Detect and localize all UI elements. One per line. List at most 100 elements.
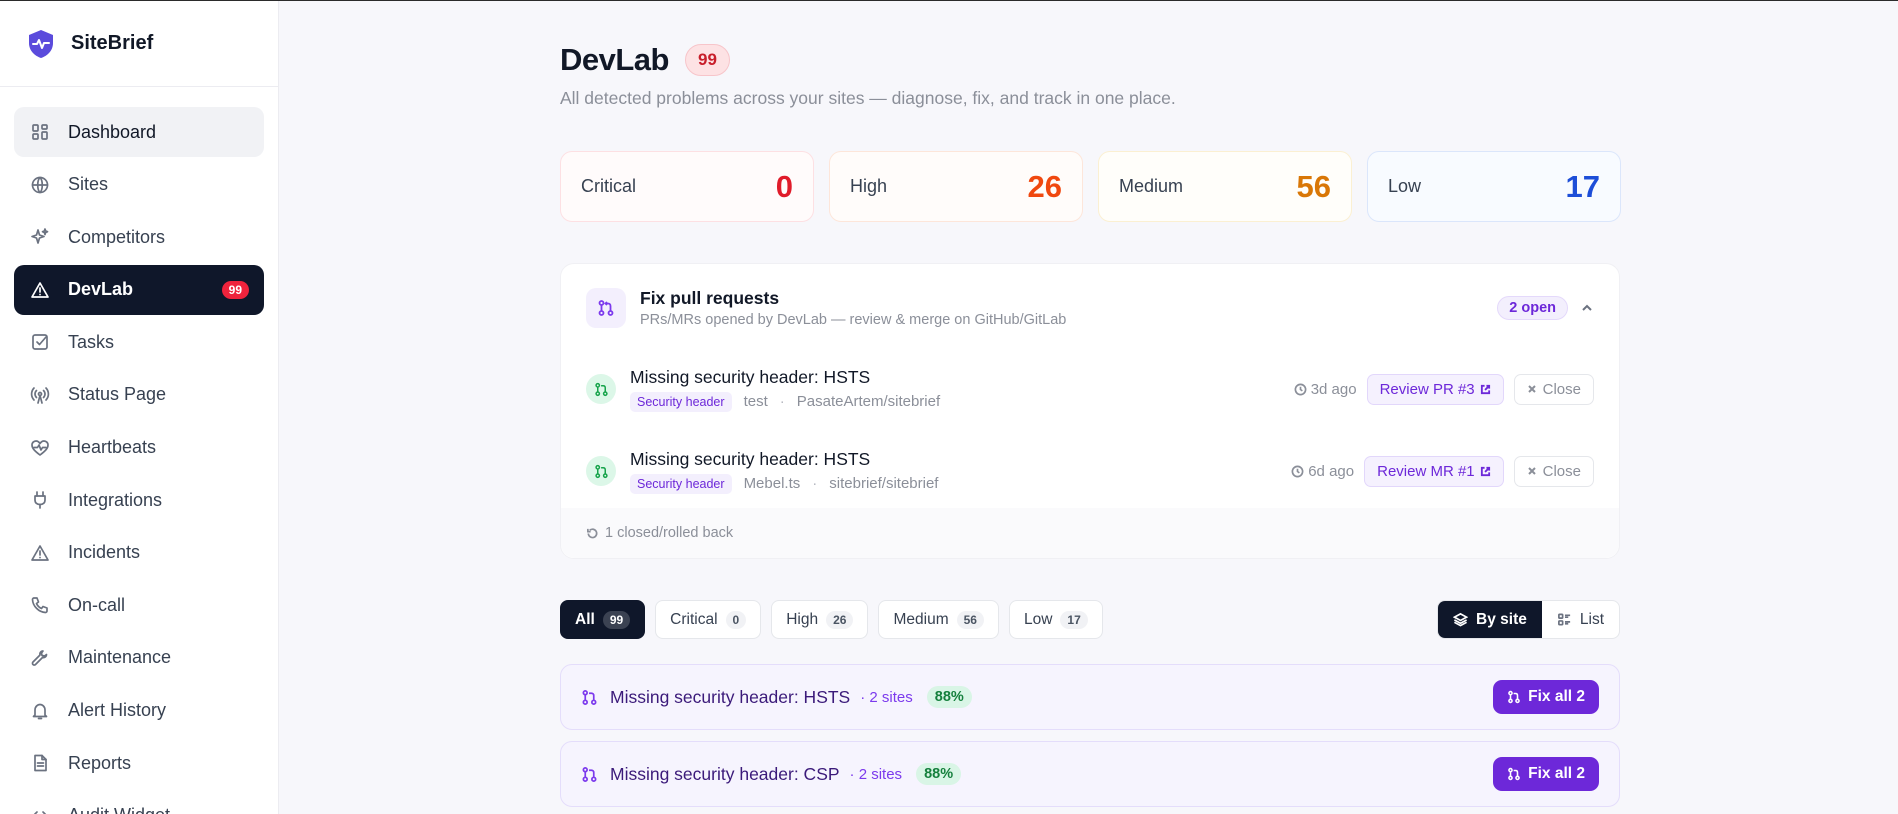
stat-card-high[interactable]: High 26 bbox=[829, 151, 1083, 222]
chip-count: 0 bbox=[725, 610, 747, 629]
issue-group-sites: · 2 sites bbox=[860, 688, 913, 706]
pr-age: 3d ago bbox=[1294, 381, 1357, 398]
view-list-button[interactable]: List bbox=[1542, 601, 1619, 638]
checkbox-icon bbox=[30, 332, 50, 352]
sidebar-item-alert-history[interactable]: Alert History bbox=[14, 686, 264, 736]
pr-repo: sitebrief/sitebrief bbox=[829, 475, 939, 492]
sidebar-item-incidents[interactable]: Incidents bbox=[14, 528, 264, 578]
separator-dot: · bbox=[779, 393, 785, 410]
grid-icon bbox=[30, 122, 50, 142]
filter-chip-high[interactable]: High 26 bbox=[771, 600, 869, 639]
chip-label: High bbox=[786, 610, 819, 628]
separator-dot: · bbox=[812, 475, 818, 492]
review-pr-button[interactable]: Review PR #3 bbox=[1366, 373, 1504, 405]
git-pull-request-icon bbox=[586, 374, 616, 404]
external-link-icon bbox=[1480, 384, 1490, 394]
x-icon bbox=[1527, 385, 1536, 393]
sidebar-item-reports[interactable]: Reports bbox=[14, 738, 264, 788]
sidebar-item-label: Reports bbox=[68, 752, 132, 773]
filter-chip-low[interactable]: Low 17 bbox=[1008, 600, 1103, 639]
filter-chip-critical[interactable]: Critical 0 bbox=[655, 600, 762, 639]
sidebar-item-tasks[interactable]: Tasks bbox=[14, 317, 264, 367]
fix-all-button[interactable]: Fix all 2 bbox=[1493, 757, 1599, 791]
filter-chip-all[interactable]: All 99 bbox=[560, 600, 646, 639]
chevron-up-icon[interactable] bbox=[1580, 301, 1594, 315]
fix-pull-requests-panel: Fix pull requests PRs/MRs opened by DevL… bbox=[560, 263, 1620, 559]
x-icon bbox=[1527, 467, 1536, 475]
clock-icon bbox=[1291, 465, 1304, 477]
review-mr-button[interactable]: Review MR #1 bbox=[1364, 455, 1504, 487]
closed-rolled-back-link[interactable]: 1 closed/rolled back bbox=[561, 508, 1619, 558]
bell-icon bbox=[30, 701, 50, 721]
pr-title: Missing security header: HSTS bbox=[630, 366, 871, 387]
top-border bbox=[0, 0, 1898, 1]
chip-label: Low bbox=[1023, 610, 1053, 628]
stat-card-low[interactable]: Low 17 bbox=[1367, 151, 1621, 222]
chip-label: Medium bbox=[893, 610, 949, 628]
sidebar-item-audit-widget[interactable]: Audit Widget bbox=[14, 791, 264, 814]
brand[interactable]: SiteBrief bbox=[0, 1, 278, 87]
sidebar-item-label: Dashboard bbox=[68, 121, 157, 142]
stat-value: 26 bbox=[1027, 168, 1062, 204]
sidebar-item-label: Tasks bbox=[68, 331, 115, 352]
chip-count: 17 bbox=[1060, 610, 1088, 629]
sidebar-item-sites[interactable]: Sites bbox=[14, 160, 264, 210]
sidebar-item-status-page[interactable]: Status Page bbox=[14, 370, 264, 420]
sidebar-item-maintenance[interactable]: Maintenance bbox=[14, 633, 264, 683]
sidebar-nav: Dashboard Sites Competitors DevLab 99 Ta… bbox=[0, 87, 278, 814]
chip-label: Critical bbox=[670, 610, 718, 628]
clock-icon bbox=[1294, 383, 1307, 395]
close-pr-label: Close bbox=[1542, 380, 1581, 398]
view-toggle: By site List bbox=[1437, 600, 1620, 639]
git-pull-request-icon bbox=[586, 288, 626, 328]
pr-actions: 6d ago Review MR #1 Close bbox=[1291, 455, 1594, 487]
plug-icon bbox=[30, 490, 50, 510]
stat-card-critical[interactable]: Critical 0 bbox=[560, 151, 814, 222]
sidebar-item-heartbeats[interactable]: Heartbeats bbox=[14, 423, 264, 473]
issue-group-row[interactable]: Missing security header: CSP · 2 sites 8… bbox=[560, 741, 1620, 807]
sidebar-item-integrations[interactable]: Integrations bbox=[14, 475, 264, 525]
pr-row: Missing security header: HSTS Security h… bbox=[586, 359, 1594, 419]
pr-age-text: 3d ago bbox=[1310, 380, 1357, 398]
stat-value: 17 bbox=[1565, 168, 1600, 204]
pr-panel-header[interactable]: Fix pull requests PRs/MRs opened by DevL… bbox=[586, 286, 1594, 330]
sparkles-icon bbox=[30, 227, 50, 247]
stat-label: High bbox=[850, 176, 888, 196]
sidebar-item-label: Status Page bbox=[68, 384, 167, 405]
pr-site: test bbox=[743, 393, 768, 410]
close-pr-button[interactable]: Close bbox=[1513, 373, 1594, 405]
pr-site: Mebel.ts bbox=[743, 475, 801, 492]
pr-actions: 3d ago Review PR #3 Close bbox=[1294, 373, 1594, 405]
close-pr-button[interactable]: Close bbox=[1513, 455, 1594, 487]
globe-icon bbox=[30, 175, 50, 195]
view-by-site-button[interactable]: By site bbox=[1438, 601, 1542, 638]
page-subtitle: All detected problems across your sites … bbox=[560, 88, 1176, 108]
stat-card-medium[interactable]: Medium 56 bbox=[1098, 151, 1352, 222]
filter-chip-medium[interactable]: Medium 56 bbox=[878, 600, 999, 639]
pr-age-text: 6d ago bbox=[1308, 462, 1355, 480]
sidebar-item-devlab[interactable]: DevLab 99 bbox=[14, 264, 264, 315]
sidebar-item-on-call[interactable]: On-call bbox=[14, 580, 264, 630]
category-tag: Security header bbox=[630, 391, 732, 412]
layers-icon bbox=[1453, 612, 1469, 627]
sidebar-item-dashboard[interactable]: Dashboard bbox=[14, 107, 264, 157]
alert-triangle-icon bbox=[30, 543, 50, 563]
open-count-badge: 2 open bbox=[1497, 296, 1568, 320]
closed-count-text: 1 closed/rolled back bbox=[605, 525, 734, 541]
fix-all-label: Fix all 2 bbox=[1528, 688, 1585, 705]
stat-value: 0 bbox=[775, 168, 793, 204]
issue-group-title: Missing security header: HSTS bbox=[610, 686, 851, 707]
chip-label: All bbox=[575, 610, 595, 628]
issue-group-sites: · 2 sites bbox=[849, 765, 903, 783]
review-mr-label: Review MR #1 bbox=[1377, 462, 1475, 480]
brand-name: SiteBrief bbox=[71, 32, 154, 54]
stat-label: Critical bbox=[581, 176, 637, 196]
heart-pulse-icon bbox=[30, 438, 50, 458]
git-pull-request-icon bbox=[581, 766, 598, 783]
title-row: DevLab 99 bbox=[560, 42, 730, 78]
stat-label: Low bbox=[1388, 176, 1422, 196]
issue-group-row[interactable]: Missing security header: HSTS · 2 sites … bbox=[560, 664, 1620, 730]
sidebar-item-competitors[interactable]: Competitors bbox=[14, 212, 264, 262]
fix-all-label: Fix all 2 bbox=[1528, 765, 1585, 782]
fix-all-button[interactable]: Fix all 2 bbox=[1493, 680, 1599, 714]
